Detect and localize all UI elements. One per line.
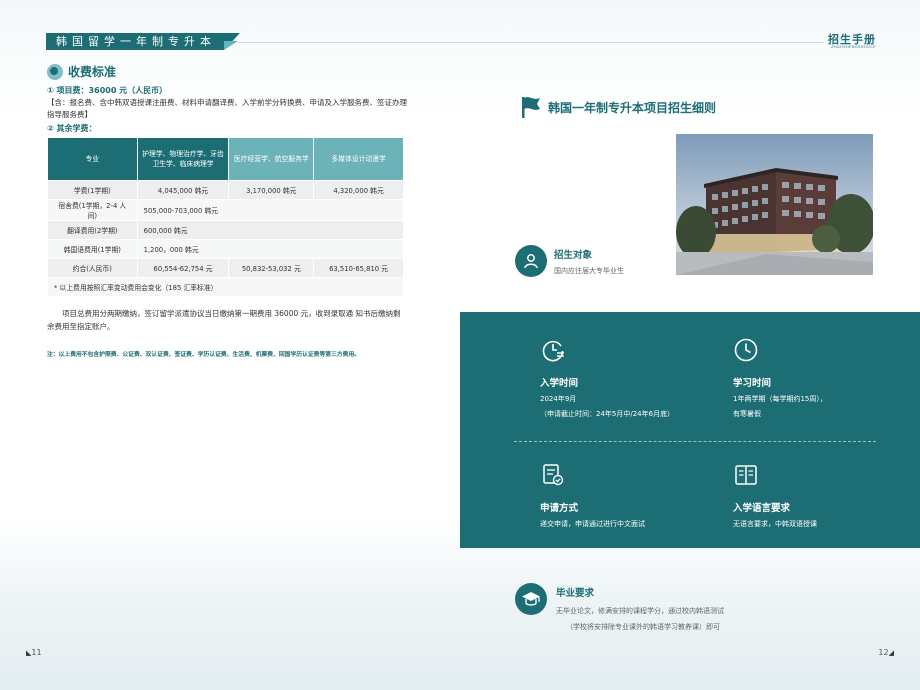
- table-cell: 50,832-53,032 元: [228, 258, 315, 278]
- target-circle: [515, 245, 547, 277]
- table-cell: 4,320,000 韩元: [313, 180, 404, 200]
- apply-method-cell: 申请方式 递交申请，申请通过进行中文面试: [540, 462, 720, 532]
- graduation-heading: 毕业要求: [556, 588, 595, 599]
- application-form-icon: [543, 464, 564, 486]
- language-requirement-line1: 无语言要求，中韩双语授课: [733, 520, 817, 528]
- project-fee: ① 项目费：36000 元（人民币）: [47, 86, 168, 95]
- details-panel: 入学时间 2024年9月 （申请截止时间：24年5月中/24年6月底） 学习时间…: [460, 312, 920, 548]
- fee-footnote: 注：以上费用不包含护照费、公证费、双认证费、签证费、学历认证费、生活费、机票费、…: [47, 352, 361, 358]
- other-fees-label: ② 其余学费：: [47, 124, 97, 133]
- header-nursing: 护理学、物理治疗学、牙齿卫生学、临床病理学: [136, 137, 230, 181]
- table-row: 约合(人民币) 60,554-62,754 元 50,832-53,032 元 …: [47, 258, 404, 278]
- graduation-line1: 无毕业论文，修满安排的课程学分，通过校内韩语测试: [556, 607, 724, 615]
- clock-icon: [734, 338, 758, 362]
- table-row: 宿舍费(1学期，2-4 人间) 505,000-703,000 韩元: [47, 199, 405, 221]
- enroll-time-heading: 入学时间: [540, 378, 579, 389]
- table-cell: 60,554-62,754 元: [136, 258, 230, 278]
- admission-title-text: 韩国一年制专升本项目招生细则: [548, 100, 717, 115]
- table-row: 学费(1学期) 4,045,000 韩元 3,170,000 韩元 4,320,…: [47, 180, 404, 200]
- clock-arrows-icon: [542, 340, 564, 362]
- table-row: * 以上费用按照汇率变动费用会变化（185 汇率标准）: [47, 277, 404, 297]
- table-note: * 以上费用按照汇率变动费用会变化（185 汇率标准）: [47, 277, 404, 297]
- table-cell: 宿舍费(1学期，2-4 人间): [47, 199, 138, 221]
- table-cell: 1,200，000 韩元: [136, 239, 405, 259]
- fee-table: 专业 护理学、物理治疗学、牙齿卫生学、临床病理学 医疗经营学、航空服务学 多媒体…: [47, 137, 405, 297]
- brand-subtitle: ZHAOSHENGSHOUCE: [831, 45, 876, 49]
- user-group-icon: [524, 254, 538, 269]
- enroll-time-cell: 入学时间 2024年9月 （申请截止时间：24年5月中/24年6月底）: [540, 337, 720, 422]
- header-medical: 医疗经营学、航空服务学: [228, 137, 315, 181]
- header-major: 专业: [47, 137, 138, 181]
- graduation-requirements: 毕业要求 无毕业论文，修满安排的课程学分，通过校内韩语测试 （学校将安排除专业课…: [515, 583, 724, 635]
- table-cell: 63,510-65,810 元: [313, 258, 404, 278]
- fee-section-title-text: 收费标准: [68, 65, 117, 79]
- table-cell: 4,045,000 韩元: [136, 180, 230, 200]
- flag-icon: [522, 97, 540, 118]
- target-description: 国内应往届大专毕业生: [554, 267, 624, 275]
- apply-method-line1: 递交申请，申请通过进行中文面试: [540, 520, 645, 528]
- table-cell: 约合(人民币): [47, 258, 138, 278]
- enroll-time-line2: （申请截止时间：24年5月中/24年6月底）: [540, 410, 675, 418]
- open-book-icon: [735, 465, 757, 485]
- study-time-heading: 学习时间: [733, 378, 772, 389]
- target-heading: 招生对象: [554, 250, 593, 261]
- page-number-right-text: 12: [878, 648, 889, 657]
- table-row: 韩国语费用(1学期) 1,200，000 韩元: [47, 239, 405, 259]
- table-cell: 韩国语费用(1学期): [47, 239, 138, 259]
- page-number-right: 12◢: [878, 648, 894, 657]
- table-cell: 505,000-703,000 韩元: [136, 199, 405, 221]
- campus-building-photo: [676, 134, 873, 275]
- dashed-divider: [514, 441, 876, 442]
- table-cell: 600,000 韩元: [136, 220, 405, 240]
- page-number-left: ◣11: [26, 648, 42, 657]
- table-cell: 学费(1学期): [47, 180, 138, 200]
- brochure-spread: 韩国留学一年制专升本 招生手册 ZHAOSHENGSHOUCE 收费标准 ① 项…: [0, 0, 920, 690]
- table-cell: 翻译费用(2学期): [47, 220, 138, 240]
- payment-paragraph: 项目总费用分两期缴纳，签订留学派遣协议当日缴纳第一期费用 36000 元，收到录…: [47, 309, 401, 331]
- apply-method-heading: 申请方式: [540, 503, 579, 514]
- graduation-cap-icon: [522, 592, 540, 606]
- fee-section-title: 收费标准: [47, 63, 116, 80]
- project-fee-description: 【含：报名费、含中韩双语授课注册费、材料申请翻译费、入学前学分转换费、申请及入学…: [47, 98, 407, 119]
- enroll-time-line1: 2024年9月: [540, 395, 577, 403]
- study-time-line1: 1年两学期（每学期约15周），: [733, 395, 827, 403]
- graduation-circle: [515, 583, 547, 615]
- admission-title: 韩国一年制专升本项目招生细则: [520, 95, 716, 119]
- bullet-circle-icon: [47, 63, 63, 80]
- table-cell: 3,170,000 韩元: [228, 180, 315, 200]
- graduation-line2: （学校将安排除专业课外的韩语学习教养课）即可: [566, 623, 720, 631]
- header-divider: [238, 42, 824, 43]
- study-time-cell: 学习时间 1年两学期（每学期约15周）， 有寒暑假: [733, 337, 913, 422]
- page-number-left-text: 11: [31, 648, 42, 657]
- header-banner: 韩国留学一年制专升本: [46, 33, 224, 50]
- language-requirement-heading: 入学语言要求: [733, 503, 791, 514]
- header-multimedia: 多媒体设计动漫学: [313, 137, 404, 181]
- triangle-icon: ◢: [888, 649, 894, 657]
- target-students: 招生对象 国内应往届大专毕业生: [515, 245, 624, 277]
- table-row: 翻译费用(2学期) 600,000 韩元: [47, 220, 405, 240]
- language-requirement-cell: 入学语言要求 无语言要求，中韩双语授课: [733, 462, 913, 532]
- fee-table-header: 专业 护理学、物理治疗学、牙齿卫生学、临床病理学 医疗经营学、航空服务学 多媒体…: [47, 137, 404, 181]
- study-time-line2: 有寒暑假: [733, 410, 761, 418]
